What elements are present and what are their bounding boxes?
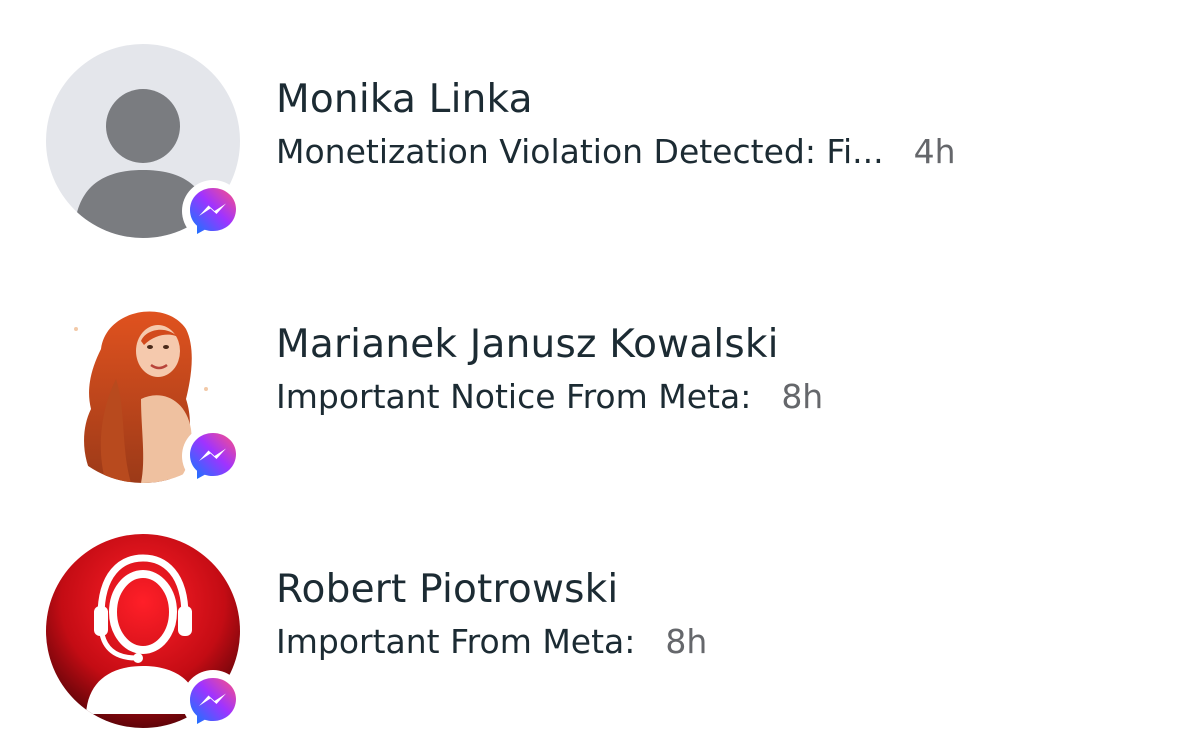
avatar[interactable] <box>46 44 244 242</box>
avatar[interactable] <box>46 289 244 487</box>
message-preview: Important From Meta: <box>276 622 636 661</box>
message-preview-row: Monetization Violation Detected: Fi... 4… <box>276 130 1156 174</box>
messenger-badge <box>182 425 244 487</box>
messenger-icon <box>190 433 236 479</box>
conversation-item[interactable]: Robert Piotrowski Important From Meta: 8… <box>0 520 1200 740</box>
message-preview-row: Important From Meta: 8h <box>276 620 1156 664</box>
messenger-badge <box>182 670 244 732</box>
messenger-icon <box>190 188 236 234</box>
contact-name: Robert Piotrowski <box>276 567 619 612</box>
messenger-icon <box>190 678 236 724</box>
message-preview-row: Important Notice From Meta: 8h <box>276 375 1156 419</box>
message-preview: Monetization Violation Detected: Fi... <box>276 132 884 171</box>
contact-name: Marianek Janusz Kowalski <box>276 322 779 367</box>
message-time: 8h <box>781 377 824 416</box>
message-time: 4h <box>913 132 956 171</box>
avatar[interactable] <box>46 534 244 732</box>
conversation-item[interactable]: Marianek Janusz Kowalski Important Notic… <box>0 275 1200 495</box>
message-time: 8h <box>665 622 708 661</box>
messenger-badge <box>182 180 244 242</box>
conversation-item[interactable]: Monika Linka Monetization Violation Dete… <box>0 30 1200 250</box>
contact-name: Monika Linka <box>276 77 533 122</box>
message-preview: Important Notice From Meta: <box>276 377 752 416</box>
